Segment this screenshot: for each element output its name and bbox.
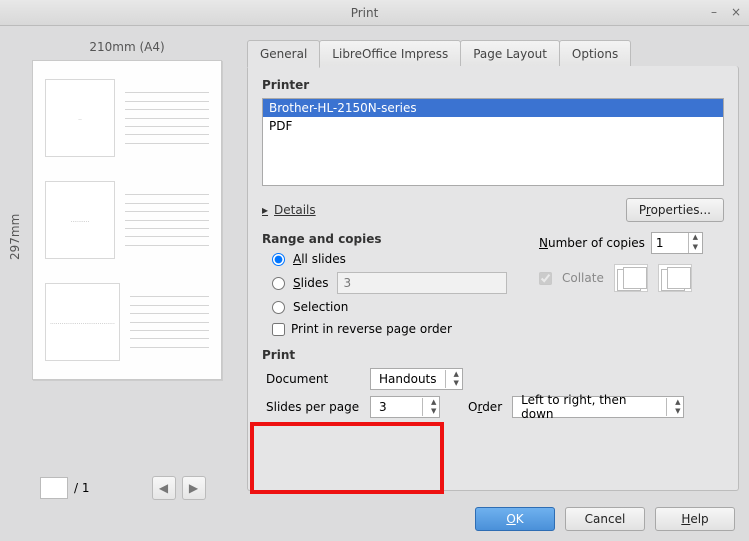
- up-arrow-icon[interactable]: ▲: [689, 233, 702, 243]
- document-label: Document: [266, 372, 360, 386]
- prev-page-button[interactable]: ◀: [152, 476, 176, 500]
- order-label: Order: [468, 400, 502, 414]
- down-arrow-icon[interactable]: ▼: [689, 243, 702, 253]
- printer-item-1[interactable]: PDF: [263, 117, 723, 135]
- preview-page: .. .......... ..........................…: [32, 60, 222, 380]
- page-input[interactable]: [40, 477, 68, 499]
- help-button[interactable]: Help: [655, 507, 735, 531]
- annotation-highlight: [250, 422, 444, 494]
- slides-range-input: [337, 272, 507, 294]
- printer-list[interactable]: Brother-HL-2150N-series PDF: [262, 98, 724, 186]
- reverse-order-checkbox[interactable]: [272, 323, 285, 336]
- details-toggle[interactable]: ▸ Details: [262, 203, 316, 217]
- tab-page-layout[interactable]: Page Layout: [460, 40, 560, 68]
- copies-label: Number of copies: [539, 236, 647, 250]
- printer-header: Printer: [262, 78, 724, 92]
- tab-options[interactable]: Options: [559, 40, 631, 68]
- label-selection: Selection: [293, 300, 348, 314]
- properties-button[interactable]: Properties...: [626, 198, 724, 222]
- page-height-label: 297mm: [8, 214, 22, 260]
- collate-icon-2: [658, 264, 692, 292]
- collate-checkbox: [539, 272, 552, 285]
- copies-input[interactable]: [652, 233, 688, 253]
- page-width-label: 210mm (A4): [12, 40, 242, 54]
- window-title: Print: [24, 6, 705, 20]
- page-total: / 1: [74, 481, 90, 495]
- collate-icon: [614, 264, 648, 292]
- preview-pane: 210mm (A4) 297mm .. .......... .........…: [12, 40, 242, 380]
- label-all-slides: All slides: [293, 252, 346, 266]
- tab-general[interactable]: General: [247, 40, 320, 68]
- general-panel: Printer Brother-HL-2150N-series PDF ▸ De…: [247, 66, 739, 491]
- chevron-right-icon: ▸: [262, 203, 268, 217]
- print-header: Print: [262, 348, 724, 362]
- collate-label: Collate: [562, 271, 604, 285]
- titlebar: Print – ×: [0, 0, 749, 26]
- label-reverse: Print in reverse page order: [291, 322, 452, 336]
- printer-item-0[interactable]: Brother-HL-2150N-series: [263, 99, 723, 117]
- radio-slides[interactable]: [272, 277, 285, 290]
- tab-impress[interactable]: LibreOffice Impress: [319, 40, 461, 68]
- close-icon[interactable]: ×: [727, 4, 745, 22]
- radio-all-slides[interactable]: [272, 253, 285, 266]
- pager: / 1 ◀ ▶: [40, 476, 206, 500]
- copies-spinner[interactable]: ▲▼: [651, 232, 703, 254]
- order-select[interactable]: Left to right, then down ▲▼: [512, 396, 684, 418]
- minimize-icon[interactable]: –: [705, 4, 723, 22]
- label-slides: Slides: [293, 276, 329, 290]
- cancel-button[interactable]: Cancel: [565, 507, 645, 531]
- copies-block: Number of copies ▲▼ Collate: [539, 232, 724, 292]
- radio-selection[interactable]: [272, 301, 285, 314]
- slides-per-page-label: Slides per page: [266, 400, 360, 414]
- ok-button[interactable]: OK: [475, 507, 555, 531]
- tab-bar: General LibreOffice Impress Page Layout …: [247, 40, 630, 68]
- next-page-button[interactable]: ▶: [182, 476, 206, 500]
- dialog-footer: OK Cancel Help: [475, 507, 735, 531]
- slides-per-page-select[interactable]: 3 ▲▼: [370, 396, 440, 418]
- document-select[interactable]: Handouts ▲▼: [370, 368, 463, 390]
